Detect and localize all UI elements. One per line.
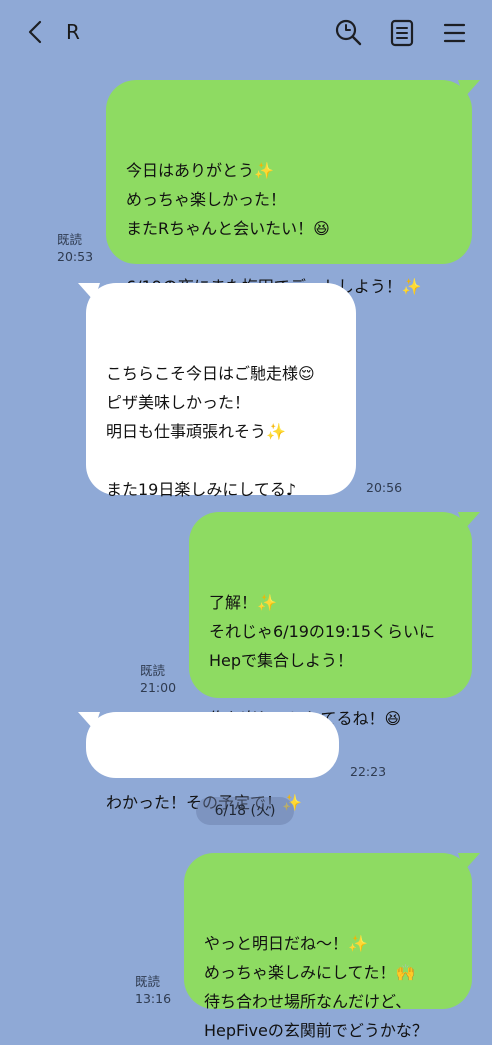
message-timestamp: 22:23 [350,764,387,779]
chat-title: R [66,20,80,44]
message-text: こちらこそ今日はご馳走様😌 ピザ美味しかった！ 明日も仕事頑張れそう✨ また19… [106,364,315,499]
message-text: やっと明日だね〜！✨ めっちゃ楽しみにしてた！🙌 待ち合わせ場所なんだけど、 H… [204,934,428,1040]
message-text: 今日はありがとう✨ めっちゃ楽しかった！ またRちゃんと会いたい！😆 6/19の… [126,161,422,296]
chat-header: R [0,0,492,64]
message-timestamp: 20:56 [366,480,403,495]
incoming-message-bubble[interactable]: こちらこそ今日はご馳走様😌 ピザ美味しかった！ 明日も仕事頑張れそう✨ また19… [78,283,356,499]
outgoing-message-bubble[interactable]: やっと明日だね〜！✨ めっちゃ楽しみにしてた！🙌 待ち合わせ場所なんだけど、 H… [184,853,480,1040]
message-timestamp: 20:53 [57,249,94,264]
menu-icon[interactable] [437,16,471,50]
search-icon[interactable] [331,16,365,50]
date-separator: 6/18 (火) [196,797,294,825]
notes-icon[interactable] [385,16,419,50]
incoming-message-bubble[interactable]: わかった！その予定で！✨ [78,712,339,812]
message-text: 了解！✨ それじゃ6/19の19:15くらいに Hepで集合しよう！ 俺も楽しみ… [209,593,436,728]
message-timestamp: 13:16 [135,991,172,1006]
outgoing-message-bubble[interactable]: 了解！✨ それじゃ6/19の19:15くらいに Hepで集合しよう！ 俺も楽しみ… [189,512,480,728]
message-timestamp: 21:00 [140,680,177,695]
chevron-left-icon[interactable] [20,16,50,48]
outgoing-message-bubble[interactable]: 今日はありがとう✨ めっちゃ楽しかった！ またRちゃんと会いたい！😆 6/19の… [106,80,480,296]
